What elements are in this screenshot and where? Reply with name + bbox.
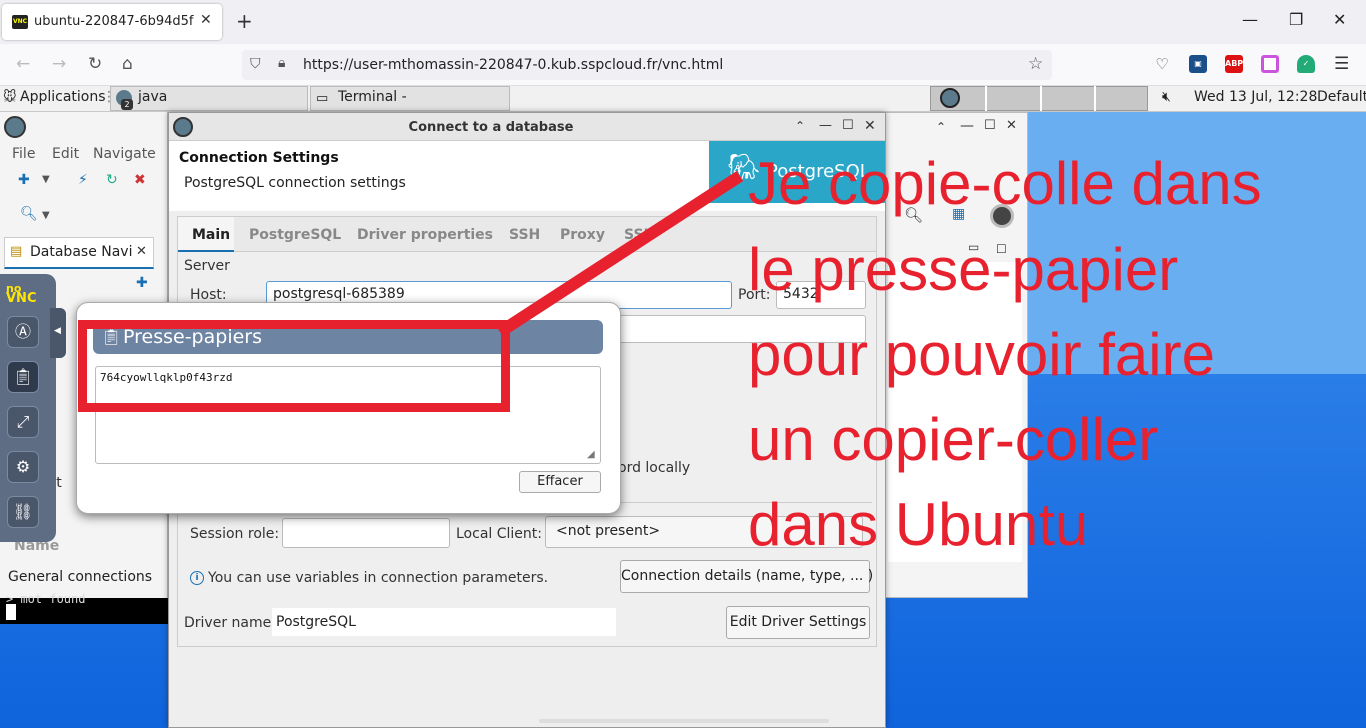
annotation-line-5: dans Ubuntu <box>748 491 1089 558</box>
annotation-line-1: Je copie-colle dans <box>748 150 1262 217</box>
annotation-arrow-line <box>496 170 744 338</box>
annotation-line-3: pour pouvoir faire <box>748 321 1215 388</box>
annotation-line-4: un copier-coller <box>748 406 1159 473</box>
annotation-line-2: le presse-papier <box>748 236 1179 303</box>
